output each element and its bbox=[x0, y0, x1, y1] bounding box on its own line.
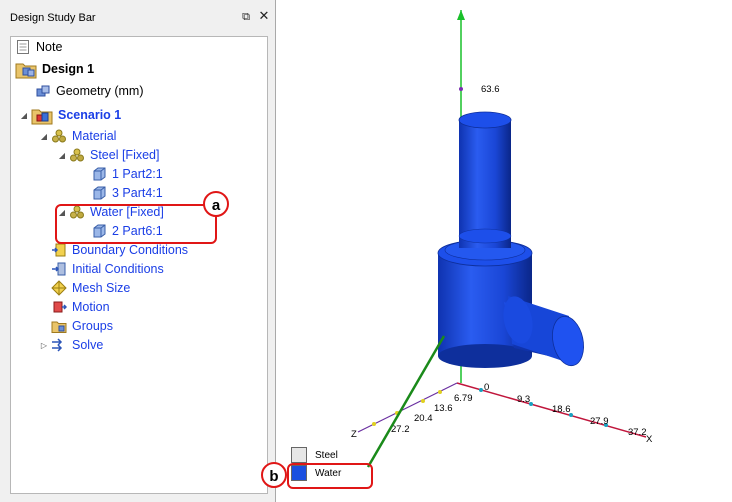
tree-item-label: Groups bbox=[72, 319, 113, 333]
tree-item-initial-conditions[interactable]: Initial Conditions bbox=[51, 260, 164, 278]
tree-item-label: Steel [Fixed] bbox=[90, 148, 160, 162]
legend-label: Steel bbox=[315, 449, 338, 461]
tree-item-scenario[interactable]: ◢ Scenario 1 bbox=[19, 103, 121, 127]
tree-item-label: Geometry (mm) bbox=[56, 84, 144, 98]
legend-item-steel: Steel bbox=[291, 446, 361, 464]
design-icon bbox=[15, 63, 37, 79]
part-icon bbox=[93, 186, 106, 200]
tree-item-note[interactable]: Note bbox=[15, 38, 62, 56]
tree-item-label: Design 1 bbox=[42, 62, 95, 76]
motion-icon bbox=[53, 301, 67, 313]
design-tree: Note Design 1 Geometry (mm) ◢ Scenario 1… bbox=[10, 36, 268, 494]
z-tick-label: 27.2 bbox=[391, 424, 410, 435]
z-axis-tick bbox=[421, 399, 425, 403]
material-icon bbox=[52, 129, 66, 143]
z-tick-label: 13.6 bbox=[434, 403, 453, 414]
model-viewport[interactable]: 63.6 0 9.3 18.6 27.9 37.2 X 6.79 13.6 20… bbox=[276, 0, 732, 502]
panel-header: Design Study Bar ⧉ ✕ bbox=[0, 0, 276, 36]
x-tick-label: 18.6 bbox=[552, 404, 571, 415]
tree-item-mesh-size[interactable]: Mesh Size bbox=[51, 279, 130, 297]
tree-item-label: 3 Part4:1 bbox=[112, 186, 163, 200]
y-axis-tick bbox=[459, 87, 463, 91]
tree-item-solve[interactable]: ▷ Solve bbox=[39, 336, 103, 354]
z-tick-label: 6.79 bbox=[454, 393, 473, 404]
x-tick-label: 37.2 bbox=[628, 427, 647, 438]
x-tick-label: 9.3 bbox=[517, 394, 530, 405]
tree-item-groups[interactable]: Groups bbox=[51, 317, 113, 335]
x-tick-label: 0 bbox=[484, 382, 489, 393]
mesh-size-icon bbox=[51, 280, 67, 296]
callout-badge-a: a bbox=[203, 191, 229, 217]
callout-leader-line bbox=[366, 335, 446, 468]
panel-title: Design Study Bar bbox=[10, 12, 96, 24]
tree-item-geometry[interactable]: Geometry (mm) bbox=[35, 82, 144, 100]
groups-icon bbox=[51, 321, 67, 333]
tree-item-label: Scenario 1 bbox=[58, 108, 122, 122]
callout-box-a bbox=[55, 204, 217, 244]
note-icon bbox=[17, 40, 29, 54]
initial-conditions-icon bbox=[52, 262, 66, 276]
expand-arrow[interactable]: ◢ bbox=[19, 111, 29, 120]
z-axis-name: Z bbox=[351, 429, 357, 440]
expand-arrow[interactable]: ▷ bbox=[39, 341, 49, 350]
y-axis-arrow bbox=[457, 10, 465, 20]
solve-icon bbox=[52, 338, 63, 352]
y-axis-label: 63.6 bbox=[481, 84, 500, 95]
x-axis-tick bbox=[479, 388, 483, 392]
tree-item-part[interactable]: 3 Part4:1 bbox=[91, 184, 163, 202]
tree-item-label: Boundary Conditions bbox=[72, 243, 189, 257]
part-top-cylinder[interactable] bbox=[458, 111, 512, 247]
z-tick-label: 20.4 bbox=[414, 413, 433, 424]
tree-item-label: Note bbox=[36, 40, 63, 54]
tree-item-material[interactable]: ◢ Material bbox=[39, 127, 117, 145]
tree-item-label: Mesh Size bbox=[72, 281, 131, 295]
material-icon bbox=[70, 148, 84, 162]
z-axis-tick bbox=[438, 390, 442, 394]
x-axis-name: X bbox=[646, 434, 653, 445]
pin-button[interactable]: ⧉ bbox=[239, 10, 253, 24]
tree-item-steel[interactable]: ◢ Steel [Fixed] bbox=[57, 146, 160, 164]
z-axis-tick bbox=[372, 422, 376, 426]
callout-badge-b: b bbox=[261, 462, 287, 488]
expand-arrow[interactable]: ◢ bbox=[57, 151, 67, 160]
design-study-bar: Design Study Bar ⧉ ✕ Note Design 1 Geome… bbox=[0, 0, 276, 502]
tree-item-design[interactable]: Design 1 bbox=[15, 57, 94, 81]
tree-item-label: 1 Part2:1 bbox=[112, 167, 163, 181]
x-tick-label: 27.9 bbox=[590, 416, 609, 427]
tree-item-label: Solve bbox=[72, 338, 104, 352]
tree-item-label: Motion bbox=[72, 300, 110, 314]
geometry-icon bbox=[36, 85, 50, 97]
tree-item-part[interactable]: 1 Part2:1 bbox=[91, 165, 163, 183]
tree-item-label: Initial Conditions bbox=[72, 262, 164, 276]
close-button[interactable]: ✕ bbox=[257, 9, 271, 23]
boundary-conditions-icon bbox=[52, 243, 66, 257]
scenario-icon bbox=[31, 109, 53, 125]
tree-item-label: Material bbox=[72, 129, 117, 143]
callout-box-b bbox=[287, 463, 373, 489]
tree-item-motion[interactable]: Motion bbox=[51, 298, 110, 316]
part-icon bbox=[93, 167, 106, 181]
legend-swatch bbox=[291, 447, 307, 463]
expand-arrow[interactable]: ◢ bbox=[39, 132, 49, 141]
